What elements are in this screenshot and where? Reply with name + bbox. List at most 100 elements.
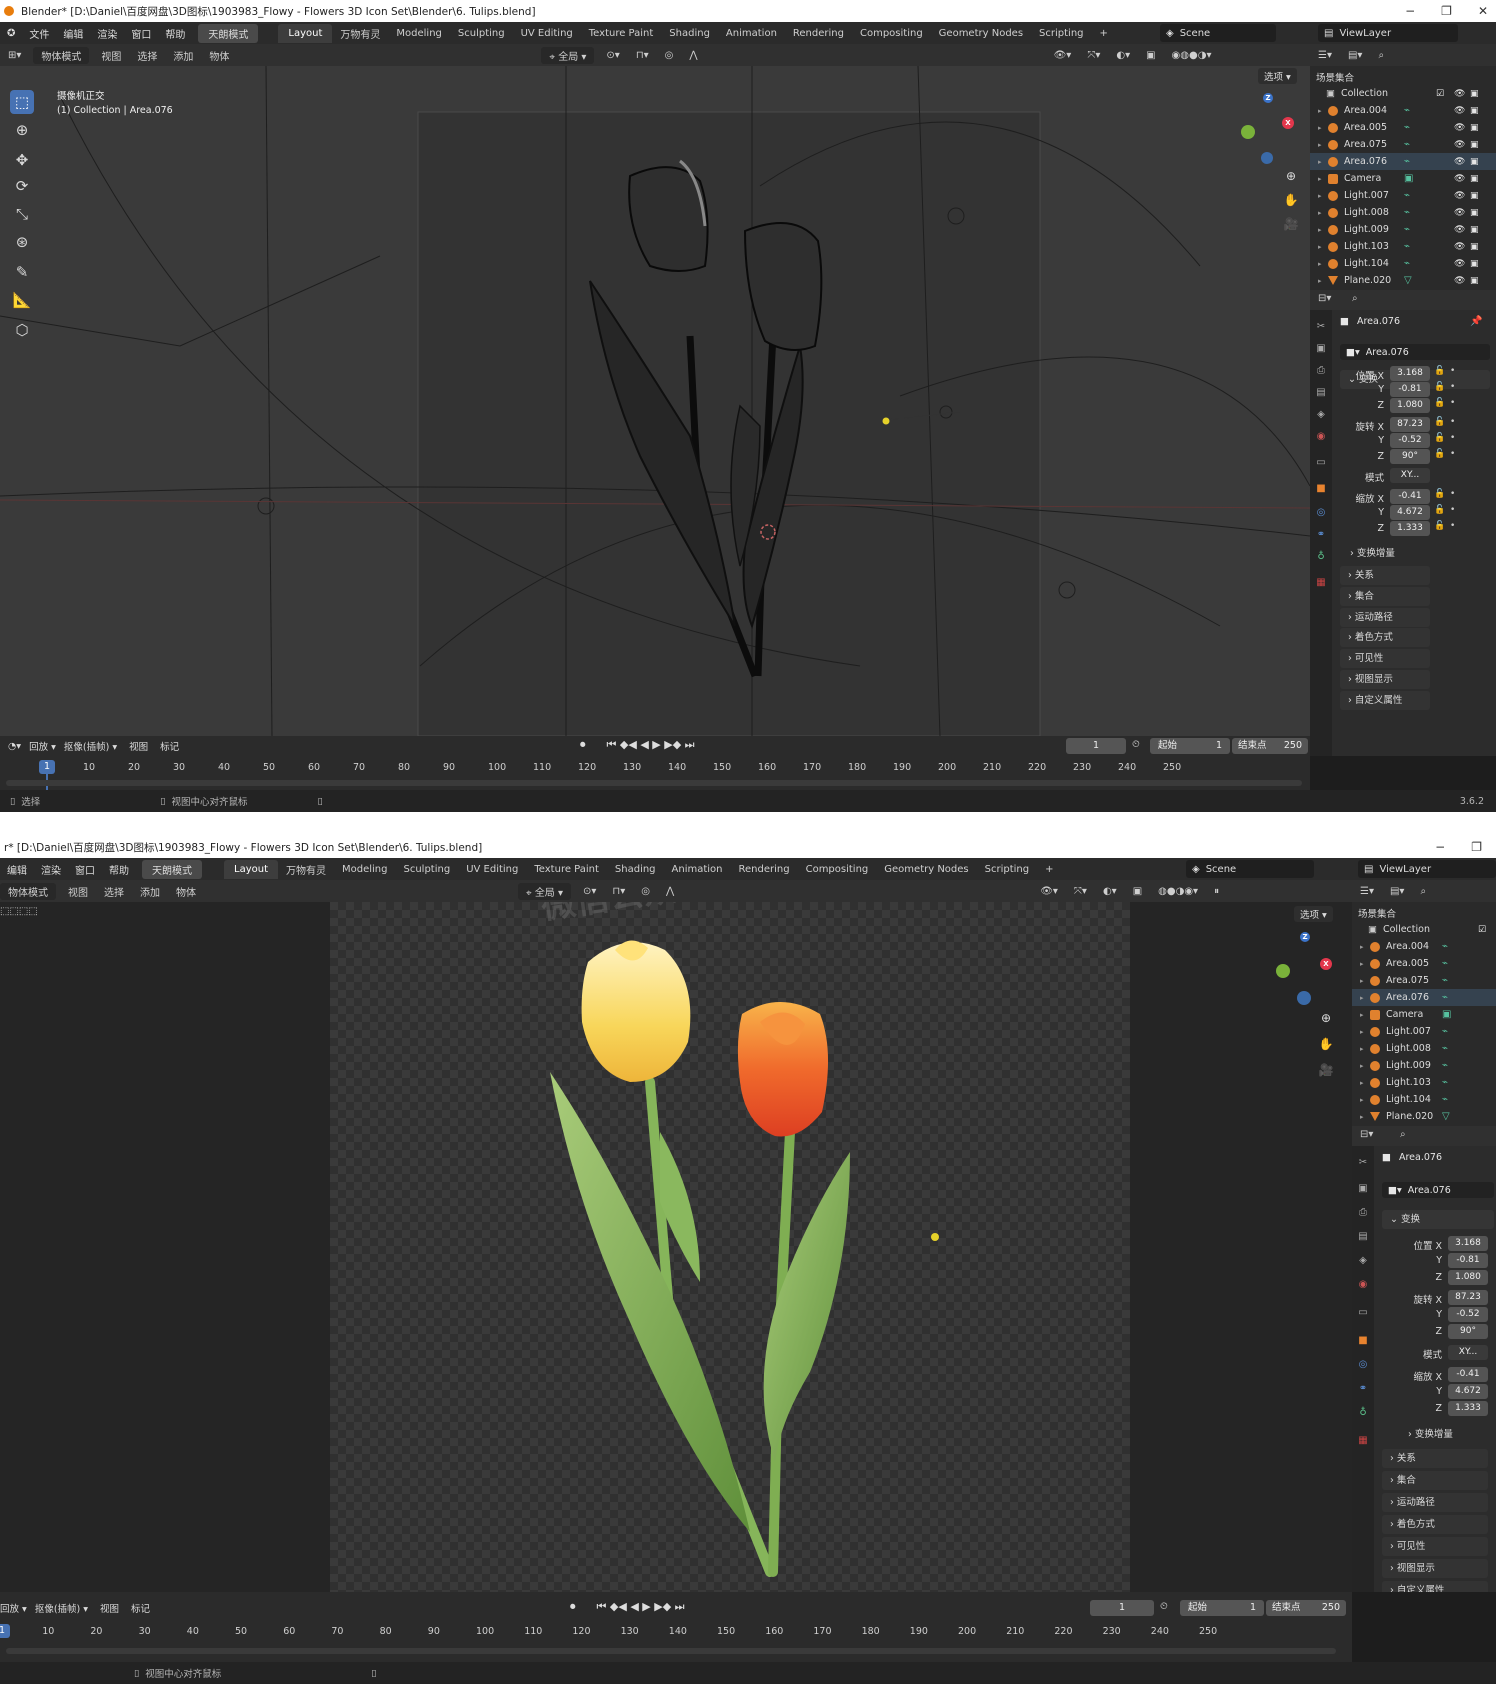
pause-render-icon[interactable]: ⏸ [1206, 886, 1227, 897]
visibility-icon[interactable]: 👁▾ [1032, 886, 1066, 897]
marker-menu[interactable]: 标记 [160, 739, 179, 753]
keyframe-dot-icon[interactable]: • [1450, 382, 1455, 392]
expand-arrow-icon[interactable]: ▸ [1318, 192, 1326, 200]
light-data-icon[interactable]: ⌁ [1404, 241, 1410, 252]
panel-section-header[interactable]: › 关系 [1340, 566, 1430, 585]
rotate-tool-icon[interactable]: ⟳ [10, 174, 34, 198]
keyframe-dot-icon[interactable]: • [1450, 489, 1455, 499]
expand-arrow-icon[interactable]: ▸ [1360, 1096, 1368, 1104]
outliner-collection-row[interactable]: ▣ Collection ☑ [1352, 921, 1496, 938]
panel-section-header[interactable]: › 运动路径 [1382, 1492, 1488, 1512]
outliner-type-icon[interactable]: ☰▾ [1310, 50, 1340, 61]
select-box-tool-icon[interactable]: ⬚ [10, 90, 34, 114]
constraints-tab-icon[interactable]: ⚭ [1356, 1382, 1370, 1396]
tab-geometry-nodes[interactable]: Geometry Nodes [876, 864, 976, 875]
measure-tool-icon[interactable]: 📐 [10, 288, 34, 312]
gizmo-x-axis[interactable]: X [1282, 117, 1294, 129]
outliner-row[interactable]: ▸ Light.104 ⌁ [1352, 1091, 1496, 1108]
panel-section-header[interactable]: › 着色方式 [1340, 628, 1430, 648]
end-frame-field[interactable]: 结束点 250 [1232, 738, 1308, 754]
menu-edit[interactable]: 编辑 [0, 862, 34, 877]
location-x-field[interactable]: 3.168 [1390, 366, 1430, 381]
collection-eye-icon[interactable]: 👁 [1454, 89, 1465, 99]
keying-menu[interactable]: 抠像(插帧) ▾ [35, 1601, 88, 1615]
lock-icon[interactable]: 🔓 [1434, 382, 1445, 392]
gizmo-neg-z-axis[interactable] [1297, 991, 1311, 1005]
expand-arrow-icon[interactable]: ▸ [1318, 141, 1326, 149]
delta-transform-subsection[interactable]: › 变换增量 [1408, 1426, 1453, 1440]
pan-hand-icon[interactable]: ✋ [1283, 192, 1299, 208]
snap-icon[interactable]: ⊓▾ [604, 886, 633, 897]
rotation-y-field[interactable]: -0.52 [1390, 433, 1430, 449]
render-camera-icon[interactable]: ▣ [1470, 259, 1479, 269]
3d-viewport-wireframe[interactable]: ⬚ ⊕ ✥ ⟳ ⤡ ⊛ ✎ 📐 ⬡ 摄像机正交 (1) Collection |… [0, 66, 1310, 736]
keyframe-dot-icon[interactable]: • [1450, 433, 1455, 443]
outliner-row[interactable]: ▸ Light.007 ⌁ 👁 ▣ [1310, 187, 1496, 204]
texture-tab-icon[interactable]: ▦ [1314, 576, 1328, 590]
tab-geometry-nodes[interactable]: Geometry Nodes [931, 28, 1031, 39]
outliner-row[interactable]: ▸ Area.004 ⌁ [1352, 938, 1496, 955]
timeline-editor-icon[interactable]: ◔▾ [8, 741, 21, 752]
tab-modeling[interactable]: Modeling [388, 28, 450, 39]
gizmo-z-axis[interactable]: Z [1300, 932, 1310, 942]
tab-scripting[interactable]: Scripting [1031, 28, 1091, 39]
prev-keyframe-icon[interactable]: ◆◀ [610, 1600, 627, 1613]
move-tool-icon[interactable]: ✥ [10, 148, 34, 172]
collection-tab-icon[interactable]: ▭ [1314, 456, 1328, 470]
tab-rendering[interactable]: Rendering [785, 28, 852, 39]
proportional-edit-icon[interactable]: ◎ [633, 886, 658, 897]
pivot-icon[interactable]: ⊙▾ [598, 50, 627, 61]
outliner-row[interactable]: ▸ Light.008 ⌁ [1352, 1040, 1496, 1057]
outliner-scene-collection[interactable]: 场景集合 [1352, 904, 1496, 921]
tab-rendering[interactable]: Rendering [731, 864, 798, 875]
tab-layout[interactable]: Layout [224, 859, 278, 879]
keyframe-dot-icon[interactable]: • [1450, 505, 1455, 515]
gizmo-y-axis[interactable] [1241, 125, 1255, 139]
object-tab-icon[interactable]: ■ [1314, 482, 1328, 496]
tab-modeling[interactable]: Modeling [334, 864, 396, 875]
expand-arrow-icon[interactable]: ▸ [1318, 175, 1326, 183]
tab-animation[interactable]: Animation [718, 28, 785, 39]
menu-render[interactable]: 渲染 [34, 862, 68, 877]
tab-compositing[interactable]: Compositing [798, 864, 877, 875]
menu-file[interactable]: 文件 [22, 26, 56, 41]
expand-arrow-icon[interactable]: ▸ [1318, 107, 1326, 115]
xray-icon[interactable]: ▣ [1138, 50, 1163, 61]
render-camera-icon[interactable]: ▣ [1470, 191, 1479, 201]
tab-compositing[interactable]: Compositing [852, 28, 931, 39]
rotation-x-field[interactable]: 87.23 [1390, 417, 1430, 433]
scale-x-field[interactable]: -0.41 [1448, 1366, 1488, 1382]
tab-texture-paint[interactable]: Texture Paint [581, 28, 662, 39]
collection-tab-icon[interactable]: ▭ [1356, 1306, 1370, 1320]
gizmo-x-axis[interactable]: X [1320, 958, 1332, 970]
zoom-icon[interactable]: ⊕ [1283, 168, 1299, 184]
end-frame-field[interactable]: 结束点 250 [1266, 1600, 1346, 1616]
playhead[interactable]: 1 [39, 760, 55, 774]
render-camera-icon[interactable]: ▣ [1470, 276, 1479, 286]
tab-wanwu[interactable]: 万物有灵 [332, 26, 388, 41]
transform-orientation-dropdown[interactable]: ⌖ 全局 ▾ [518, 882, 572, 900]
render-camera-icon[interactable]: ▣ [1470, 106, 1479, 116]
timeline-scrollbar[interactable] [6, 1648, 1336, 1654]
visibility-eye-icon[interactable]: 👁 [1454, 259, 1465, 269]
panel-section-header[interactable]: › 集合 [1340, 586, 1430, 606]
panel-section-header[interactable]: › 视图显示 [1382, 1559, 1488, 1578]
outliner-type-icon[interactable]: ☰▾ [1352, 886, 1382, 897]
overlay-icon[interactable]: ◐▾ [1095, 886, 1125, 897]
outliner-row[interactable]: ▸ Area.076 ⌁ [1352, 989, 1496, 1006]
editor-type-icon[interactable]: ⊞▾ [0, 50, 29, 61]
outliner-row[interactable]: ▸ Light.008 ⌁ 👁 ▣ [1310, 204, 1496, 221]
tab-animation[interactable]: Animation [664, 864, 731, 875]
menu-add[interactable]: 添加 [165, 48, 201, 63]
overlay-icon[interactable]: ◐▾ [1108, 50, 1138, 61]
expand-arrow-icon[interactable]: ▸ [1318, 158, 1326, 166]
play-reverse-icon[interactable]: ◀ [630, 1600, 638, 1613]
options-dropdown[interactable]: 选项 ▾ [1294, 906, 1333, 922]
expand-arrow-icon[interactable]: ▸ [1360, 1062, 1368, 1070]
outliner-row[interactable]: ▸ Light.104 ⌁ 👁 ▣ [1310, 255, 1496, 272]
menu-object[interactable]: 物体 [201, 48, 237, 63]
mode-badge[interactable]: 天朗模式 [198, 23, 259, 43]
light-data-icon[interactable]: ⌁ [1442, 975, 1448, 986]
light-data-icon[interactable]: ⌁ [1442, 958, 1448, 969]
playback-menu[interactable]: 回放 ▾ [0, 1601, 27, 1615]
